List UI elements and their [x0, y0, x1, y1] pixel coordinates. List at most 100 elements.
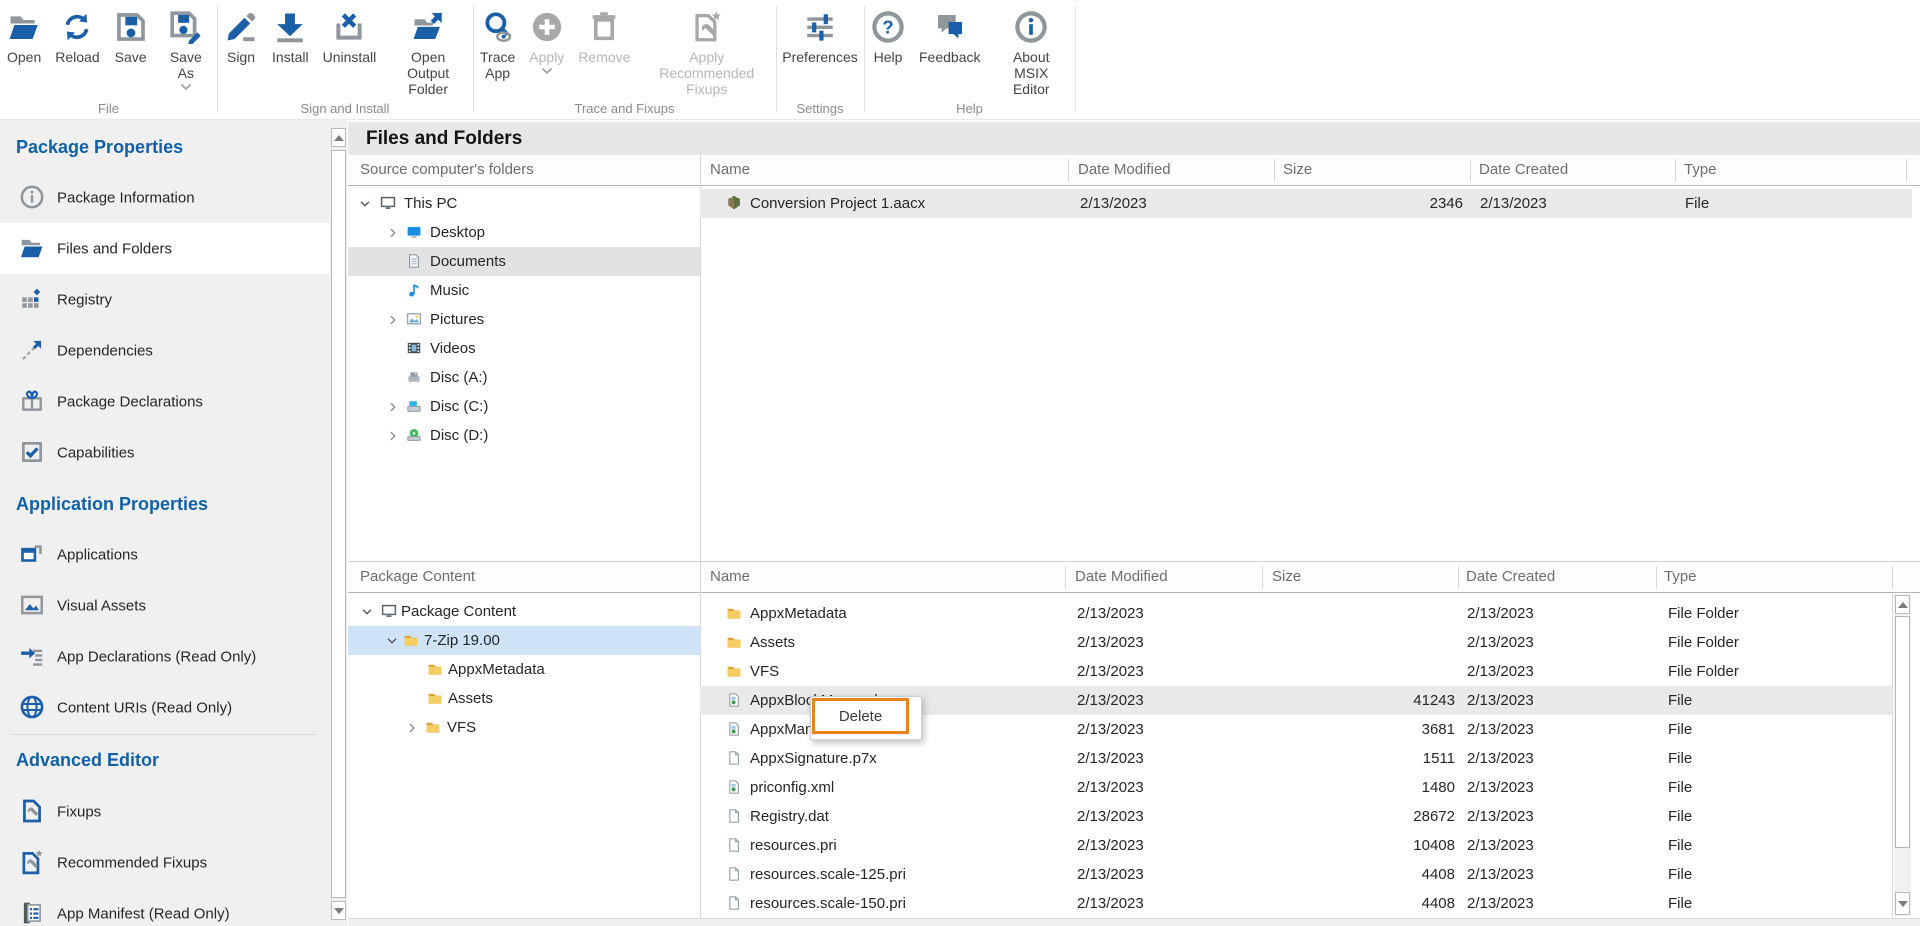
tree-item-vfs[interactable]: VFS	[348, 713, 700, 742]
remove-button[interactable]: Remove	[571, 6, 637, 69]
column-header-size[interactable]: Size	[1283, 155, 1312, 185]
help-button[interactable]: Help	[864, 6, 912, 69]
scroll-down-button[interactable]	[331, 901, 346, 920]
column-header-type[interactable]: Type	[1684, 155, 1717, 185]
sidebar-item-app-declarations[interactable]: App Declarations (Read Only)	[0, 631, 330, 682]
uninstall-button[interactable]: Uninstall	[316, 6, 384, 69]
about-msix-editor-button[interactable]: About MSIX Editor	[987, 6, 1075, 101]
xml-file-icon	[726, 692, 742, 708]
tree-item-music[interactable]: Music	[348, 276, 700, 305]
column-header-date-modified[interactable]: Date Modified	[1078, 155, 1171, 185]
chevron-right-icon[interactable]	[386, 400, 400, 414]
column-separator[interactable]	[1906, 159, 1907, 182]
column-separator[interactable]	[1068, 159, 1069, 182]
apply-button[interactable]: Apply	[522, 6, 571, 79]
table-row[interactable]: resources.scale-150.pri 2/13/2023 4408 2…	[700, 889, 1916, 918]
chevron-down-icon[interactable]	[358, 197, 372, 211]
scrollbar-thumb[interactable]	[1895, 616, 1910, 848]
sidebar-item-capabilities[interactable]: Capabilities	[0, 427, 330, 478]
document-icon	[406, 253, 422, 269]
file-list-scrollbar[interactable]	[1894, 594, 1911, 916]
sidebar-item-registry[interactable]: Registry	[0, 274, 330, 325]
column-header-date-modified[interactable]: Date Modified	[1075, 562, 1168, 592]
chevron-down-icon[interactable]	[360, 605, 374, 619]
sidebar-scrollbar[interactable]	[330, 120, 347, 926]
floppy-drive-icon	[406, 369, 422, 385]
column-header-type[interactable]: Type	[1664, 562, 1697, 592]
scrollbar-thumb[interactable]	[331, 150, 346, 898]
folder-icon	[425, 719, 441, 735]
column-separator[interactable]	[1892, 566, 1893, 589]
open-output-folder-button[interactable]: Open Output Folder	[383, 6, 473, 101]
tree-item-videos[interactable]: Videos	[348, 334, 700, 363]
tree-item-pictures[interactable]: Pictures	[348, 305, 700, 334]
table-row[interactable]: Conversion Project 1.aacx 2/13/2023 2346…	[700, 189, 1912, 218]
sidebar-item-applications[interactable]: Applications	[0, 529, 330, 580]
sidebar-item-visual-assets[interactable]: Visual Assets	[0, 580, 330, 631]
column-separator[interactable]	[1470, 159, 1471, 182]
apply-recommended-fixups-button[interactable]: Apply Recommended Fixups	[637, 6, 776, 101]
table-row[interactable]: VFS 2/13/2023 2/13/2023 File Folder	[700, 657, 1916, 686]
sidebar-item-dependencies[interactable]: Dependencies	[0, 325, 330, 376]
table-row[interactable]: resources.pri 2/13/2023 10408 2/13/2023 …	[700, 831, 1916, 860]
chevron-down-icon[interactable]	[385, 634, 399, 648]
apply-recommended-fixups-icon	[690, 10, 724, 44]
column-separator[interactable]	[1458, 566, 1459, 589]
sidebar-item-app-manifest[interactable]: App Manifest (Read Only)	[0, 888, 330, 926]
tree-item-assets[interactable]: Assets	[348, 684, 700, 713]
open-button[interactable]: Open	[0, 6, 48, 69]
feedback-button[interactable]: Feedback	[912, 6, 987, 69]
column-separator[interactable]	[1262, 566, 1263, 589]
tree-item-7zip[interactable]: 7-Zip 19.00	[348, 626, 700, 655]
column-header-date-created[interactable]: Date Created	[1479, 155, 1568, 185]
sign-button[interactable]: Sign	[217, 6, 265, 69]
save-as-button[interactable]: Save As	[155, 6, 217, 95]
toolbar-group-help: Help Feedback About MSIX Editor Help	[864, 0, 1075, 120]
table-row[interactable]: Registry.dat 2/13/2023 28672 2/13/2023 F…	[700, 802, 1916, 831]
trace-app-button[interactable]: Trace App	[473, 6, 522, 85]
table-row[interactable]: Assets 2/13/2023 2/13/2023 File Folder	[700, 628, 1916, 657]
table-row[interactable]: priconfig.xml 2/13/2023 1480 2/13/2023 F…	[700, 773, 1916, 802]
column-header-size[interactable]: Size	[1272, 562, 1301, 592]
sidebar-item-files-and-folders[interactable]: Files and Folders	[0, 223, 330, 274]
sidebar-item-package-declarations[interactable]: Package Declarations	[0, 376, 330, 427]
column-separator[interactable]	[1065, 566, 1066, 589]
sidebar-item-content-uris[interactable]: Content URIs (Read Only)	[0, 682, 330, 733]
scroll-up-button[interactable]	[1895, 595, 1910, 614]
save-button[interactable]: Save	[107, 6, 155, 69]
chevron-right-icon[interactable]	[386, 313, 400, 327]
tree-item-appxmetadata[interactable]: AppxMetadata	[348, 655, 700, 684]
sidebar-item-package-information[interactable]: Package Information	[0, 172, 330, 223]
tree-item-package-content[interactable]: Package Content	[348, 597, 700, 626]
column-header-name[interactable]: Name	[710, 155, 750, 185]
group-label-file: File	[0, 101, 217, 116]
reload-button[interactable]: Reload	[48, 6, 106, 69]
tree-item-disc-d[interactable]: Disc (D:)	[348, 421, 700, 450]
chevron-right-icon[interactable]	[405, 721, 419, 735]
tree-item-documents[interactable]: Documents	[348, 247, 700, 276]
table-row[interactable]: resources.scale-125.pri 2/13/2023 4408 2…	[700, 860, 1916, 889]
scroll-down-button[interactable]	[1895, 892, 1910, 915]
context-menu-item-delete[interactable]: Delete	[812, 698, 909, 734]
globe-icon	[19, 694, 45, 720]
tree-item-disc-c[interactable]: Disc (C:)	[348, 392, 700, 421]
column-header-date-created[interactable]: Date Created	[1466, 562, 1555, 592]
column-separator[interactable]	[1656, 566, 1657, 589]
column-separator[interactable]	[1675, 159, 1676, 182]
chevron-right-icon[interactable]	[386, 429, 400, 443]
table-row[interactable]: AppxMetadata 2/13/2023 2/13/2023 File Fo…	[700, 599, 1916, 628]
install-button[interactable]: Install	[265, 6, 316, 69]
sidebar-item-recommended-fixups[interactable]: Recommended Fixups	[0, 837, 330, 888]
context-menu: Delete	[810, 696, 922, 740]
tree-item-disc-a[interactable]: Disc (A:)	[348, 363, 700, 392]
folder-icon	[726, 605, 742, 621]
tree-item-this-pc[interactable]: This PC	[348, 189, 700, 218]
chevron-right-icon[interactable]	[386, 226, 400, 240]
tree-item-desktop[interactable]: Desktop	[348, 218, 700, 247]
sidebar-item-fixups[interactable]: Fixups	[0, 786, 330, 837]
column-separator[interactable]	[1274, 159, 1275, 182]
column-header-name[interactable]: Name	[710, 562, 750, 592]
scroll-up-button[interactable]	[331, 128, 346, 147]
preferences-button[interactable]: Preferences	[775, 6, 864, 69]
table-row[interactable]: AppxSignature.p7x 2/13/2023 1511 2/13/20…	[700, 744, 1916, 773]
